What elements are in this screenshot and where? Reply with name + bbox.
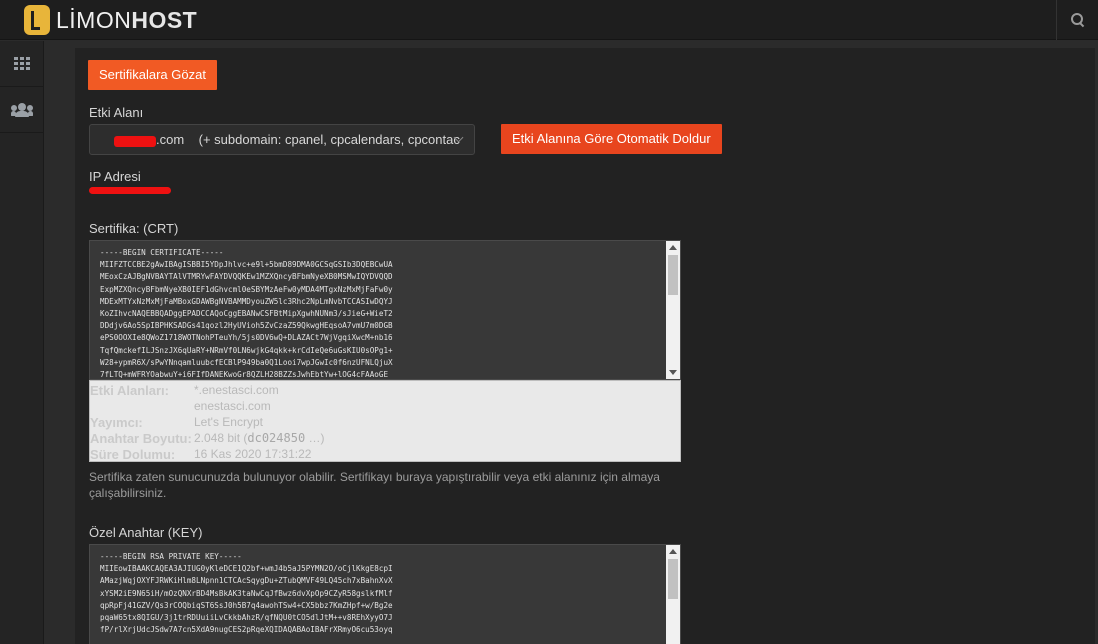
scroll-up-icon[interactable]	[669, 245, 677, 250]
brand-logo[interactable]: LİMONHOST	[24, 4, 197, 36]
certificate-scrollbar[interactable]	[666, 241, 680, 379]
grid-icon	[14, 56, 30, 71]
certificate-info-panel: Etki Alanları: *.enestasci.com enestasci…	[89, 380, 681, 462]
info-key: Anahtar Boyutu:	[90, 431, 192, 446]
certificate-label: Sertifika: (CRT)	[89, 221, 179, 236]
certificate-textarea[interactable]: -----BEGIN CERTIFICATE----- MIIFZTCCBE2g…	[89, 240, 681, 380]
search-icon	[1070, 13, 1085, 27]
sidebar-item-apps[interactable]	[0, 41, 44, 87]
key-id: dc024850	[247, 431, 306, 445]
domain-select[interactable]: .com (+ subdomain: cpanel, cpcalendars, …	[89, 124, 475, 155]
info-key: Süre Dolumu:	[90, 447, 176, 462]
search-button[interactable]	[1056, 0, 1098, 40]
key-size-suffix: …)	[305, 431, 325, 445]
info-key: Yayımcı:	[90, 415, 143, 430]
info-value: 16 Kas 2020 17:31:22	[194, 447, 312, 461]
scroll-down-icon[interactable]	[669, 370, 677, 375]
brand-name: LİMONHOST	[56, 7, 197, 34]
users-icon	[11, 102, 33, 117]
domain-select-value: .com (+ subdomain: cpanel, cpcalendars, …	[156, 132, 460, 147]
scroll-thumb[interactable]	[668, 255, 678, 295]
info-value: 2.048 bit (dc024850 …)	[194, 431, 325, 445]
private-key-text: -----BEGIN RSA PRIVATE KEY----- MIIEowIB…	[100, 552, 393, 635]
certificate-text: -----BEGIN CERTIFICATE----- MIIFZTCCBE2g…	[100, 248, 393, 380]
domain-label: Etki Alanı	[89, 105, 144, 120]
main-content: Sertifikalara Gözat Etki Alanı .com (+ s…	[75, 48, 1095, 644]
redacted-ip	[89, 187, 171, 194]
key-size-value: 2.048 bit (	[194, 431, 248, 445]
info-value: Let's Encrypt	[194, 415, 263, 429]
browse-certificates-button[interactable]: Sertifikalara Gözat	[88, 60, 217, 90]
brand-name-light: LİMON	[56, 6, 132, 33]
private-key-scrollbar[interactable]	[666, 545, 680, 644]
info-value: enestasci.com	[194, 399, 271, 413]
top-bar: LİMONHOST	[0, 0, 1098, 40]
scroll-up-icon[interactable]	[669, 549, 677, 554]
sidebar	[0, 41, 44, 644]
help-text: Sertifika zaten sunucunuzda bulunuyor ol…	[89, 470, 660, 500]
scroll-thumb[interactable]	[668, 559, 678, 599]
private-key-textarea[interactable]: -----BEGIN RSA PRIVATE KEY----- MIIEowIB…	[89, 544, 681, 644]
sidebar-item-users[interactable]	[0, 87, 44, 133]
redacted-domain	[114, 136, 156, 147]
autofill-by-domain-button[interactable]: Etki Alanına Göre Otomatik Doldur	[501, 124, 722, 154]
info-key: Etki Alanları:	[90, 383, 169, 398]
info-value: *.enestasci.com	[194, 383, 279, 397]
private-key-label: Özel Anahtar (KEY)	[89, 525, 203, 540]
ip-label: IP Adresi	[89, 169, 141, 184]
logo-icon	[24, 5, 50, 35]
brand-name-bold: HOST	[131, 6, 198, 33]
